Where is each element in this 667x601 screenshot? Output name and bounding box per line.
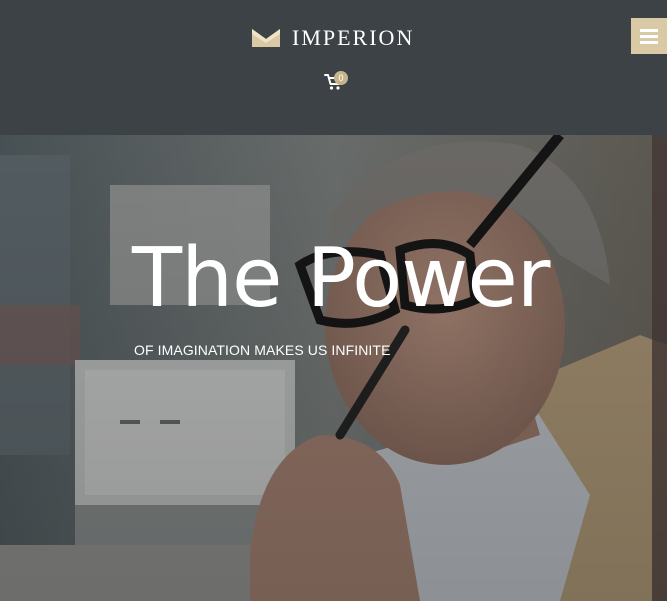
site-logo[interactable]: IMPERION [252, 27, 414, 49]
menu-button[interactable] [631, 18, 667, 54]
cart-count-badge: 0 [334, 71, 348, 85]
crown-icon [252, 29, 280, 47]
cart-button[interactable]: 0 [324, 71, 352, 91]
hero-title: The Power [132, 231, 550, 326]
hero-background-photo [0, 135, 667, 601]
hero-banner: The Power OF IMAGINATION MAKES US INFINI… [0, 135, 667, 601]
brand-name: IMPERION [292, 25, 415, 50]
hero-subtitle: OF IMAGINATION MAKES US INFINITE [134, 342, 391, 358]
page: IMPERION 0 The Power OF IMAGINATION MAKE… [0, 0, 667, 601]
site-header: IMPERION 0 [0, 0, 667, 135]
hamburger-menu-icon [640, 28, 658, 32]
